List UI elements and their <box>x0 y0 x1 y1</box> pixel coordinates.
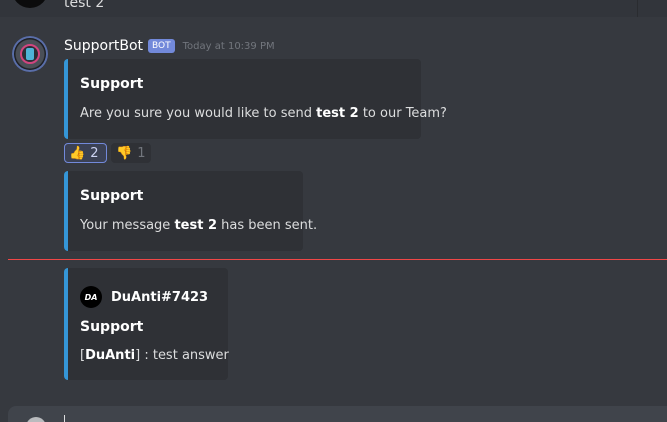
avatar-core <box>26 48 34 60</box>
embed-title: Support <box>80 76 144 92</box>
thumbs-up-icon: 👍 <box>69 145 86 161</box>
reaction-thumbs-up[interactable]: 👍 2 <box>64 143 107 163</box>
embed-author-name[interactable]: DuAnti#7423 <box>111 290 208 305</box>
text-caret <box>64 415 65 422</box>
new-messages-divider <box>8 259 667 260</box>
thumbs-down-icon: 👎 <box>116 145 133 161</box>
embed-desc-bold: DuAnti <box>85 348 136 363</box>
embed-answer: DA DuAnti#7423 Support [DuAnti] : test a… <box>64 268 229 380</box>
attach-icon[interactable] <box>26 417 46 422</box>
message-header: SupportBot BOT Today at 10:39 PM <box>64 36 275 56</box>
embed-title: Support <box>80 319 144 335</box>
embed-author: DA DuAnti#7423 <box>80 286 208 308</box>
embed-description: [DuAnti] : test answer <box>80 348 229 363</box>
embed-title: Support <box>80 188 144 204</box>
embed-description: Are you sure you would like to send test… <box>80 106 447 121</box>
bot-username[interactable]: SupportBot <box>64 38 143 54</box>
embed-desc-bold: test 2 <box>316 106 359 121</box>
bot-badge: BOT <box>148 39 175 53</box>
previous-message-text: test 2 <box>64 0 105 11</box>
message-composer[interactable] <box>8 406 667 422</box>
embed-sent: Support Your message test 2 has been sen… <box>64 171 317 251</box>
embed-desc-text: Are you sure you would like to send <box>80 106 317 121</box>
reaction-count: 2 <box>90 145 99 161</box>
previous-message: test 2 <box>0 0 667 17</box>
message-timestamp: Today at 10:39 PM <box>182 41 275 52</box>
bot-avatar[interactable] <box>12 36 48 72</box>
reaction-thumbs-down[interactable]: 👎 1 <box>111 143 151 163</box>
embed-confirm: Support Are you sure you would like to s… <box>64 59 447 139</box>
avatar[interactable] <box>12 0 48 8</box>
embed-desc-text: Your message <box>80 218 175 233</box>
message-hover-actions <box>637 0 667 17</box>
chat-view: test 2 SupportBot BOT Today at 10:39 PM … <box>0 0 667 422</box>
reaction-count: 1 <box>137 145 146 161</box>
embed-desc-bold: test 2 <box>174 218 218 233</box>
embed-desc-text: has been sent. <box>217 218 318 233</box>
embed-desc-text: ] : test answer <box>135 348 229 363</box>
embed-description: Your message test 2 has been sent. <box>80 218 317 233</box>
author-avatar-icon: DA <box>80 286 102 308</box>
reactions-bar: 👍 2 👎 1 <box>64 143 155 163</box>
embed-desc-text: to our Team? <box>358 106 447 121</box>
